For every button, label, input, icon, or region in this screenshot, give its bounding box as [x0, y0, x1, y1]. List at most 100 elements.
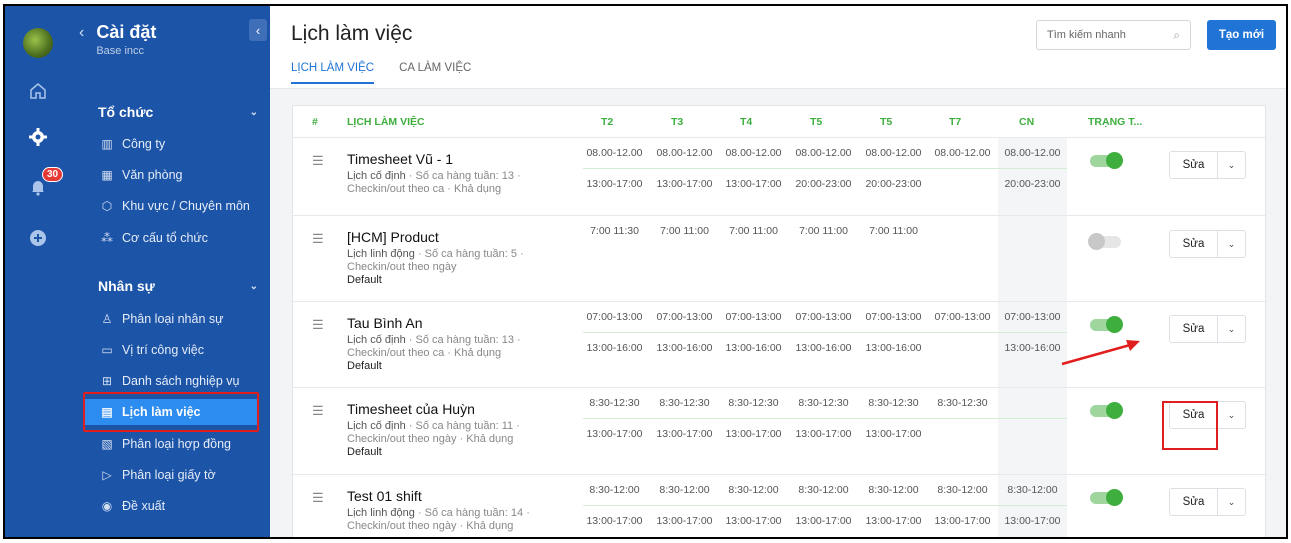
sidebar-item-van-phong[interactable]: ▦ Văn phòng [98, 162, 263, 188]
chevron-down-icon[interactable]: ⌄ [1218, 152, 1245, 178]
schedule-name[interactable]: Tau Bình An [347, 315, 423, 331]
schedule-name[interactable]: Test 01 shift [347, 488, 422, 504]
shift-cell: 13:00-17:00 [1004, 515, 1061, 527]
shift-cell: 13:00-17:00 [795, 428, 852, 440]
schedule-meta: Lịch cố định · Số ca hàng tuần: 13 · Chec… [347, 170, 521, 195]
status-toggle[interactable] [1090, 152, 1123, 169]
sidebar-item-khu-vuc[interactable]: ⬡ Khu vực / Chuyên môn [98, 193, 263, 219]
edit-button[interactable]: Sửa [1170, 316, 1218, 342]
shift-cell: 13:00-17:00 [725, 178, 782, 190]
drag-handle-icon[interactable]: ☰ [312, 232, 324, 245]
shift-cell: 07:00-13:00 [725, 311, 782, 323]
shift-cell: 20:00-23:00 [795, 178, 852, 190]
sidebar-header: ‹ Cài đặt Base incc [79, 22, 156, 57]
shift-cell: 13:00-17:00 [865, 428, 922, 440]
chevron-down-icon: ⌄ [249, 280, 258, 292]
sunday-column-bg [998, 388, 1067, 474]
building-icon: ▥ [101, 137, 113, 151]
search-input[interactable]: Tìm kiếm nhanh ⌕ [1036, 20, 1191, 50]
schedule-table: # LỊCH LÀM VIỆC T2 T3 T4 T5 T5 T7 CN TRẠ… [292, 105, 1266, 537]
shift-cell: 8:30-12:30 [798, 397, 849, 409]
page-title: Lịch làm việc [291, 22, 413, 45]
edit-button[interactable]: Sửa [1170, 489, 1218, 515]
add-circle-icon[interactable] [5, 223, 71, 253]
sidebar-item-phan-loai-nhan-su[interactable]: ♙ Phân loại nhân sự [98, 306, 263, 332]
col-t5: T5 [810, 116, 823, 128]
sidebar-item-giay-to[interactable]: ▷ Phân loại giấy tờ [98, 462, 263, 488]
chevron-down-icon: ⌄ [249, 106, 258, 118]
shift-cell: 07:00-13:00 [1004, 311, 1061, 323]
collapse-sidebar-button[interactable]: ‹ [249, 19, 267, 41]
col-index: # [312, 116, 318, 128]
chevron-down-icon[interactable]: ⌄ [1218, 316, 1245, 342]
tab-lich-lam-viec[interactable]: LỊCH LÀM VIỆC [291, 62, 375, 84]
schedule-meta: Lịch cố định · Số ca hàng tuần: 11 · Chec… [347, 420, 520, 458]
shift-cell: 13:00-16:00 [656, 342, 713, 354]
status-toggle[interactable] [1088, 233, 1121, 250]
shift-cell: 8:30-12:00 [798, 484, 849, 496]
status-toggle[interactable] [1090, 316, 1123, 333]
shift-cell: 08.00-12.00 [586, 147, 643, 159]
shift-cell: 08.00-12.00 [865, 147, 922, 159]
status-toggle[interactable] [1090, 489, 1123, 506]
back-chevron-icon[interactable]: ‹ [79, 24, 84, 42]
schedule-name[interactable]: [HCM] Product [347, 229, 439, 245]
shift-cell: 13:00-16:00 [725, 342, 782, 354]
sidebar-item-de-xuat[interactable]: ◉ Đề xuất [98, 493, 263, 519]
user-avatar[interactable] [5, 23, 71, 63]
page-header: Lịch làm việc LỊCH LÀM VIỆC CA LÀM VIỆC … [270, 6, 1286, 89]
shift-cell: 8:30-12:30 [868, 397, 919, 409]
shift-cell: 20:00-23:00 [865, 178, 922, 190]
create-new-button[interactable]: Tạo mới [1207, 20, 1276, 50]
chevron-down-icon[interactable]: ⌄ [1218, 402, 1245, 428]
drag-handle-icon[interactable]: ☰ [312, 404, 324, 417]
edit-button[interactable]: Sửa [1170, 231, 1218, 257]
annotation-arrow [1061, 340, 1140, 366]
section-label: Nhân sự [98, 278, 155, 294]
drag-handle-icon[interactable]: ☰ [312, 318, 324, 331]
main-content: Lịch làm việc LỊCH LÀM VIỆC CA LÀM VIỆC … [270, 6, 1286, 537]
edit-button-group: Sửa ⌄ [1169, 488, 1246, 516]
drag-handle-icon[interactable]: ☰ [312, 491, 324, 504]
col-t4: T4 [740, 116, 753, 128]
tab-ca-lam-viec[interactable]: CA LÀM VIỆC [399, 62, 471, 84]
sidebar-item-vi-tri[interactable]: ▭ Vị trí công việc [98, 337, 263, 363]
chevron-down-icon[interactable]: ⌄ [1218, 231, 1245, 257]
schedule-name[interactable]: Timesheet của Huỳn [347, 401, 475, 417]
shift-cell: 13:00-17:00 [656, 428, 713, 440]
edit-button-group: Sửa ⌄ [1169, 315, 1246, 343]
shift-cell: 13:00-17:00 [725, 515, 782, 527]
shift-cell: 13:00-17:00 [865, 515, 922, 527]
chevron-down-icon[interactable]: ⌄ [1218, 489, 1245, 515]
shift-divider [583, 505, 1067, 506]
col-status: TRẠNG T... [1088, 116, 1143, 128]
drag-handle-icon[interactable]: ☰ [312, 154, 324, 167]
shift-cell: 13:00-17:00 [934, 515, 991, 527]
gear-icon[interactable] [5, 122, 71, 152]
sidebar-item-nghiep-vu[interactable]: ⊞ Danh sách nghiệp vụ [98, 368, 263, 394]
sidebar-subtitle: Base incc [96, 45, 145, 57]
shift-cell: 13:00-16:00 [586, 342, 643, 354]
shift-cell: 13:00-17:00 [656, 515, 713, 527]
schedule-name[interactable]: Timesheet Vũ - 1 [347, 151, 453, 167]
shift-cell: 13:00-17:00 [795, 515, 852, 527]
section-nhan-su[interactable]: Nhân sự ⌄ [98, 278, 258, 294]
shift-cell: 13:00-17:00 [656, 178, 713, 190]
status-toggle[interactable] [1090, 402, 1123, 419]
shift-cell: 7:00 11:30 [590, 225, 639, 237]
shift-cell: 07:00-13:00 [586, 311, 643, 323]
shift-cell: 13:00-17:00 [725, 428, 782, 440]
section-to-chuc[interactable]: Tổ chức ⌄ [98, 104, 258, 120]
sidebar-item-hop-dong[interactable]: ▧ Phân loại hợp đồng [98, 431, 263, 457]
shift-cell: 7:00 11:00 [660, 225, 709, 237]
home-icon[interactable] [5, 76, 71, 106]
col-cn: CN [1019, 116, 1035, 128]
shift-cell: 13:00-16:00 [865, 342, 922, 354]
edit-button[interactable]: Sửa [1170, 152, 1218, 178]
sidebar-item-co-cau[interactable]: ⁂ Cơ cấu tổ chức [98, 225, 263, 251]
settings-sidebar: ‹ Cài đặt Base incc ‹ Tổ chức ⌄ ▥ Công ty … [71, 6, 270, 537]
tab-bar: LỊCH LÀM VIỆC CA LÀM VIỆC [291, 62, 496, 84]
col-name: LỊCH LÀM VIỆC [347, 116, 425, 128]
sidebar-item-cong-ty[interactable]: ▥ Công ty [98, 131, 263, 157]
shift-cell: 7:00 11:00 [869, 225, 918, 237]
